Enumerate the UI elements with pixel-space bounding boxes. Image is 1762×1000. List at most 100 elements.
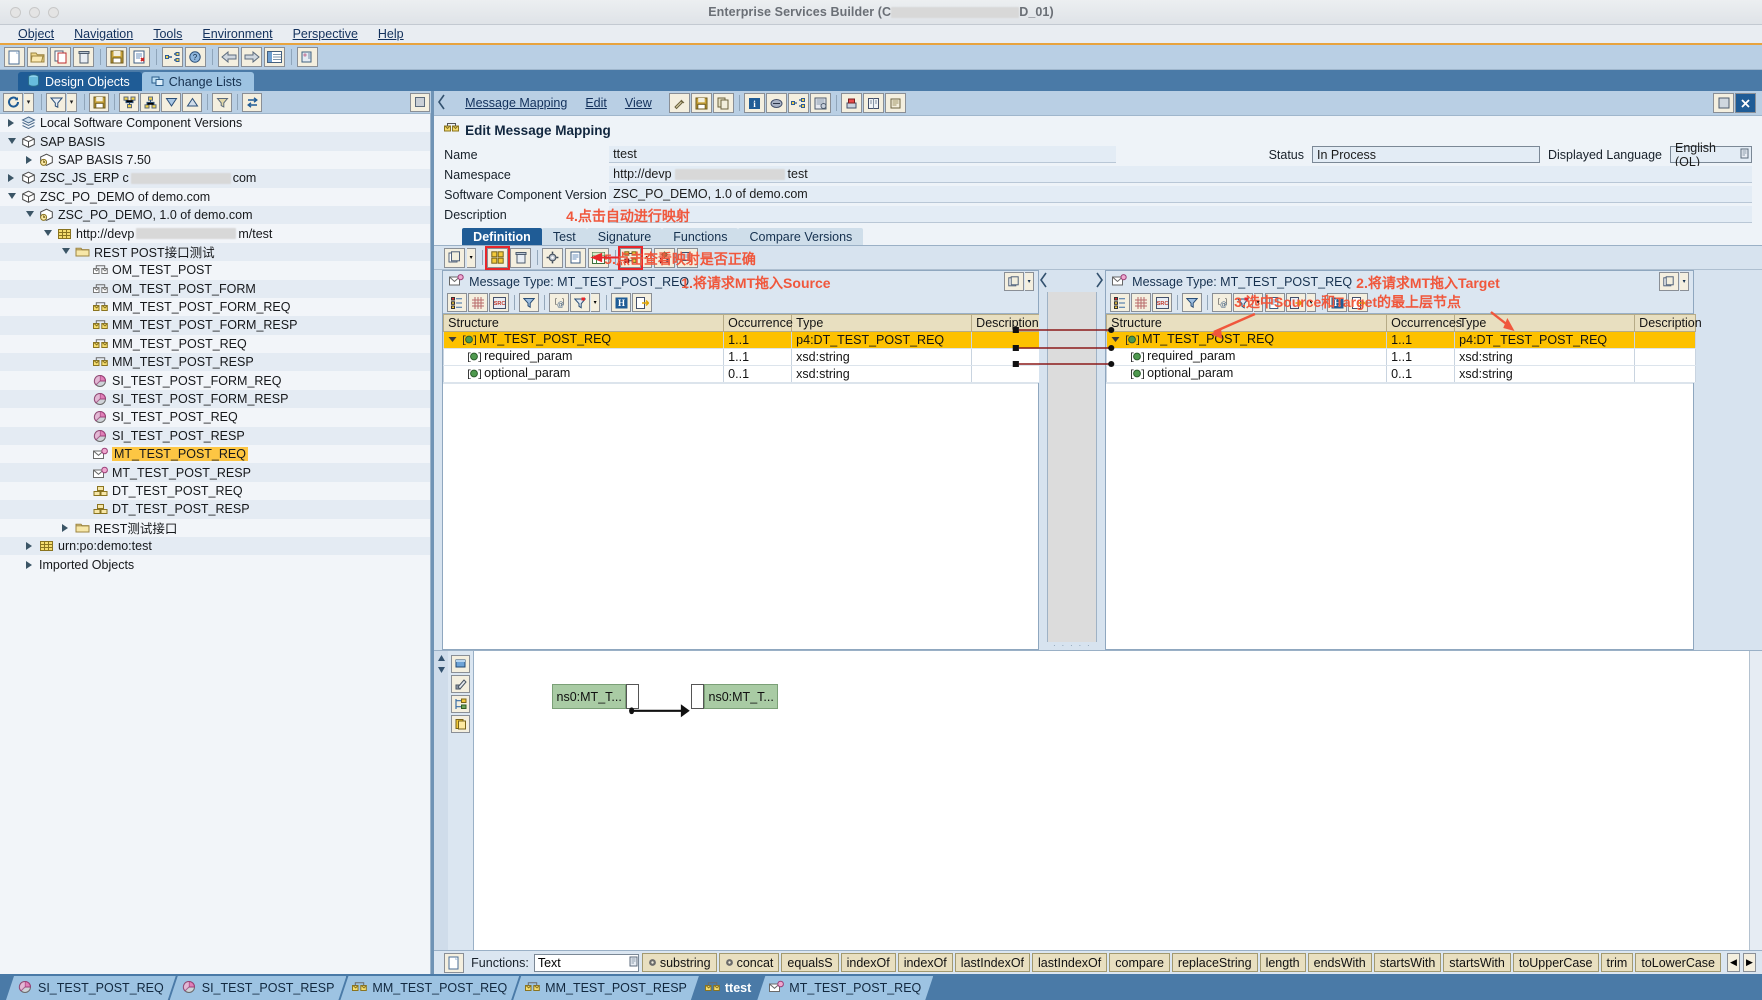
tree-item-imported-objects[interactable]: Imported Objects [0, 555, 431, 574]
function-button-equalss[interactable]: equalsS [781, 953, 839, 972]
funnel-icon[interactable] [570, 293, 591, 312]
tree-item-mt-test-post-resp[interactable]: MT_TEST_POST_RESP [0, 463, 431, 482]
graph-vertical-scrollbar[interactable] [1749, 651, 1762, 950]
context-icon[interactable]: [ ] @ [549, 293, 570, 312]
editor-tabs[interactable]: Definition Test Signature Functions Comp… [434, 227, 1762, 246]
dependency-dropdown-arrow-icon[interactable]: ▾ [643, 247, 653, 268]
column-header-structure[interactable]: Structure [1106, 314, 1388, 332]
chevron-down-icon[interactable] [448, 332, 457, 346]
find-icon[interactable]: H [611, 293, 632, 312]
table-row[interactable]: []optional_param0..1xsd:string [443, 365, 1042, 383]
eraser-icon[interactable] [451, 675, 471, 693]
menu-message-mapping[interactable]: Message Mapping [456, 96, 576, 110]
column-header-structure[interactable]: Structure [443, 314, 725, 332]
tree-item-mm-test-post-req[interactable]: MM_TEST_POST_REQ [0, 334, 431, 354]
table-row[interactable]: []MT_TEST_POST_REQ1..1p4:DT_TEST_POST_RE… [1106, 331, 1697, 349]
chevron-right-icon[interactable] [8, 174, 16, 183]
value-map-icon[interactable] [654, 247, 676, 268]
tree-item-local-software-component-versions[interactable]: Local Software Component Versions [0, 114, 431, 133]
menu-environment[interactable]: Environment [192, 27, 282, 41]
save-icon[interactable] [106, 47, 127, 67]
target-new-window-icon[interactable] [1659, 272, 1680, 291]
new-window-dropdown-arrow-icon[interactable]: ▾ [467, 247, 477, 268]
context-icon[interactable]: [ ] @ [1212, 293, 1233, 312]
tab-signature[interactable]: Signature [586, 228, 663, 245]
structure-icon[interactable] [1110, 293, 1131, 312]
menu-edit[interactable]: Edit [576, 96, 616, 110]
description-field[interactable] [609, 206, 1752, 223]
tree-item-mt-test-post-req[interactable]: MT_TEST_POST_REQ [0, 445, 431, 464]
source-structure-table[interactable]: StructureOccurrenceTypeDescription []MT_… [443, 314, 1042, 383]
chevron-right-icon[interactable] [26, 155, 34, 164]
restore-window-button[interactable] [1713, 93, 1734, 113]
graph-source-node[interactable]: ns0:MT_T... [552, 684, 627, 709]
functions-next-button[interactable]: ▶ [1743, 953, 1756, 972]
graph-target-node[interactable]: ns0:MT_T... [704, 684, 779, 709]
open-folder-icon[interactable] [27, 47, 48, 67]
src-icon[interactable]: SRC [1152, 293, 1173, 312]
tree-item-mm-test-post-form-req[interactable]: MM_TEST_POST_FORM_REQ [0, 297, 431, 317]
tree-item-si-test-post-form-resp[interactable]: SI_TEST_POST_FORM_RESP [0, 389, 431, 409]
dependency-icon[interactable] [618, 245, 644, 270]
new-function-icon[interactable] [444, 952, 465, 973]
graph-target-port[interactable] [691, 684, 705, 709]
column-header-type[interactable]: Type [791, 314, 973, 332]
document-icon[interactable] [1265, 293, 1286, 312]
tree-minimize-button[interactable] [410, 92, 431, 112]
export-opts-dropdown-arrow-icon[interactable]: ▾ [1307, 293, 1317, 312]
document-icon[interactable] [565, 247, 587, 268]
functions-category-select[interactable]: Text [533, 953, 639, 972]
tree-item-urn-po-demo-test[interactable]: urn:po:demo:test [0, 536, 431, 556]
tab-design-objects[interactable]: Design Objects [18, 72, 142, 91]
graph-scroll-arrows[interactable] [434, 651, 449, 950]
print-icon[interactable] [840, 93, 862, 113]
target-pane-toolbar[interactable]: SRC [ ] @ ▾ ▾ H [1106, 292, 1694, 314]
tree-item-http-devp[interactable]: http://devp m/test [0, 224, 431, 243]
tree-item-dt-test-post-req[interactable]: DT_TEST_POST_REQ [0, 481, 431, 501]
tab-definition[interactable]: Definition [462, 228, 542, 245]
grid-icon[interactable] [468, 293, 489, 312]
chevron-right-icon[interactable] [26, 560, 34, 569]
chevron-down-icon[interactable] [26, 211, 34, 219]
document-tab-si_test_post_req[interactable]: SI_TEST_POST_REQ [6, 976, 176, 1000]
menu-perspective[interactable]: Perspective [283, 27, 368, 41]
switch-icon[interactable] [242, 92, 262, 112]
dropdown-picker-icon[interactable] [629, 956, 638, 970]
tree-item-sap-basis-7-50[interactable]: SAP BASIS 7.50 [0, 150, 431, 170]
tree-toolbar[interactable]: ▾ ▾ [0, 91, 432, 114]
displayed-language-field[interactable]: English (OL) [1670, 141, 1752, 169]
document-tab-ttest[interactable]: ttest [693, 976, 763, 1000]
table-row[interactable]: []MT_TEST_POST_REQ1..1p4:DT_TEST_POST_RE… [443, 331, 1042, 349]
namespace-field[interactable]: http://devp test [609, 166, 1752, 183]
structure-cell[interactable]: []MT_TEST_POST_REQ [443, 331, 725, 349]
tree-item-mm-test-post-form-resp[interactable]: MM_TEST_POST_FORM_RESP [0, 316, 431, 335]
mapping-canvas[interactable]: ns0:MT_T... ns0:MT_T... [474, 651, 1749, 950]
column-header-description[interactable]: Description [971, 314, 1042, 332]
perspective-tabs[interactable]: Design Objects Change Lists [0, 70, 1762, 91]
save-icon[interactable] [89, 92, 109, 112]
tree-item-si-test-post-resp[interactable]: SI_TEST_POST_RESP [0, 426, 431, 446]
table-row[interactable]: []optional_param0..1xsd:string [1106, 365, 1697, 383]
function-button-lastindexof[interactable]: lastIndexOf [1032, 953, 1108, 972]
object-tree[interactable]: Local Software Component Versions SAP BAS… [0, 114, 432, 974]
tab-test[interactable]: Test [541, 228, 587, 245]
funnel-dropdown-arrow-icon[interactable]: ▾ [1254, 293, 1264, 312]
table-icon[interactable] [588, 247, 610, 268]
menu-help[interactable]: Help [368, 27, 414, 41]
function-button-indexof[interactable]: indexOf [897, 953, 953, 972]
select-icon[interactable] [451, 655, 471, 673]
tree-item-om-test-post[interactable]: OM_TEST_POST [0, 261, 431, 280]
chevron-down-icon[interactable] [8, 192, 16, 201]
back-arrow-icon[interactable] [218, 47, 239, 67]
check-document-icon[interactable] [129, 47, 150, 67]
chevron-down-icon[interactable] [1111, 332, 1120, 346]
filter-icon[interactable] [519, 293, 540, 312]
functions-prev-button[interactable]: ◀ [1727, 953, 1740, 972]
tools-icon[interactable] [668, 93, 690, 113]
document-tab-mt_test_post_req[interactable]: MT_TEST_POST_REQ [757, 976, 933, 1000]
filter-icon[interactable] [1182, 293, 1203, 312]
move-up-icon[interactable] [182, 92, 202, 112]
function-button-touppercase[interactable]: toUpperCase [1512, 953, 1599, 972]
export-icon[interactable] [632, 293, 653, 312]
function-button-length[interactable]: length [1259, 953, 1306, 972]
